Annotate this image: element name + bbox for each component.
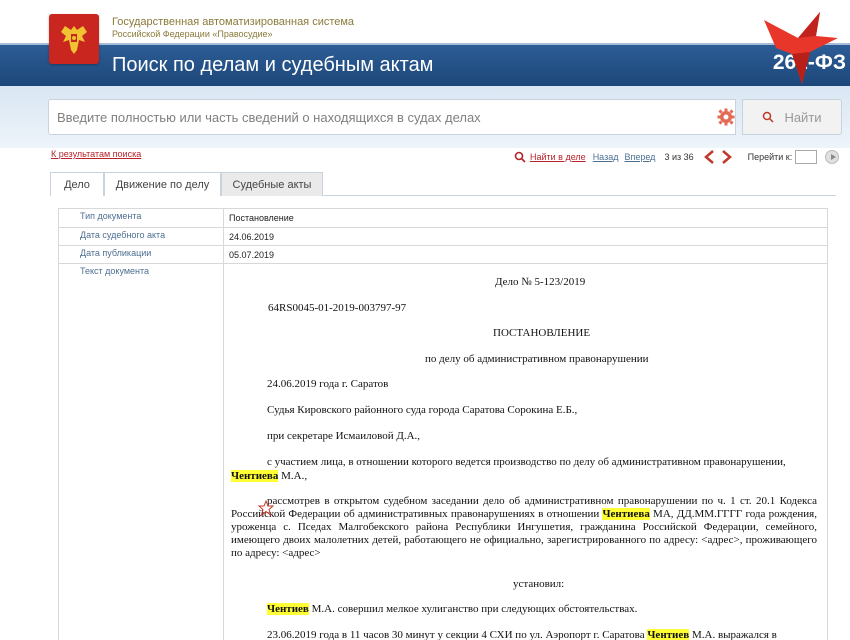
paragraph-details-a: 23.06.2019 года в 11 часов 30 минут у се…: [267, 629, 648, 640]
participant-line: с участием лица, в отношении которого ве…: [267, 456, 786, 468]
find-in-case-link[interactable]: Найти в деле: [530, 152, 586, 162]
secretary-line: при секретаре Исмаиловой Д.А.,: [267, 430, 421, 442]
page-title: Поиск по делам и судебным актам: [112, 54, 434, 76]
tab-case-movement[interactable]: Движение по делу: [104, 172, 221, 196]
established-heading: установил:: [513, 578, 565, 590]
tab-court-acts[interactable]: Судебные акты: [221, 172, 323, 196]
chevron-right-icon[interactable]: [720, 149, 734, 165]
highlighted-name: Чентиев: [647, 629, 690, 640]
system-title: Государственная автоматизированная систе…: [112, 16, 355, 28]
header-banner: Поиск по делам и судебным актам 262-ФЗ: [0, 43, 850, 86]
judge-line: Судья Кировского районного суда города С…: [267, 404, 578, 416]
doc-type-label: Тип документа: [80, 211, 142, 221]
bird-logo-icon: [764, 12, 838, 84]
act-date-value: 24.06.2019: [229, 232, 275, 242]
search-band: Найти: [0, 86, 850, 148]
pub-date-value: 05.07.2019: [229, 250, 275, 260]
paragraph-details-b: М.А. выражался в: [689, 629, 777, 640]
search-in-case-icon[interactable]: [514, 151, 526, 163]
highlighted-name: Чентиев: [267, 603, 309, 615]
star-icon: [258, 500, 274, 516]
doc-type-value: Постановление: [229, 213, 294, 223]
gear-icon[interactable]: [717, 108, 735, 126]
forward-link[interactable]: Вперед: [624, 152, 655, 162]
goto-page-input[interactable]: [795, 150, 818, 164]
table-row: Тип документа Постановление: [59, 209, 827, 228]
highlighted-name: Чентиева: [231, 470, 279, 482]
highlighted-name: Чентиева: [602, 508, 650, 520]
eagle-icon: [61, 26, 87, 54]
paragraph-offense-text: М.А. совершил мелкое хулиганство при сле…: [308, 603, 638, 615]
back-to-results-link[interactable]: К результатам поиска: [51, 149, 141, 159]
tab-case[interactable]: Дело: [50, 172, 104, 196]
tab-bar: Дело Движение по делу Судебные акты: [50, 172, 836, 196]
paragraph-offense: Чентиев М.А. совершил мелкое хулиганство…: [267, 603, 637, 615]
system-subtitle: Российской Федерации «Правосудие»: [112, 29, 273, 39]
act-date-label: Дата судебного акта: [80, 230, 166, 240]
chevron-left-icon[interactable]: [702, 149, 716, 165]
document-subtitle: по делу об административном правонарушен…: [425, 353, 649, 365]
date-place: 24.06.2019 года г. Саратов: [267, 378, 389, 390]
document-title: ПОСТАНОВЛЕНИЕ: [493, 327, 591, 339]
text-label: Текст документа: [80, 266, 150, 276]
pub-date-label: Дата публикации: [80, 248, 152, 258]
find-button[interactable]: Найти: [742, 99, 842, 135]
case-uid: 64RS0045-01-2019-003797-97: [268, 302, 407, 314]
document-table: Тип документа Постановление Дата судебно…: [58, 208, 828, 640]
search-box: [48, 99, 736, 135]
table-row: Дата публикации 05.07.2019: [59, 246, 827, 264]
goto-label: Перейти к:: [747, 152, 793, 162]
case-navigation: Найти в деле Назад Вперед 3 из 36 Перейт…: [514, 148, 840, 166]
table-row: Дата судебного акта 24.06.2019: [59, 228, 827, 246]
paragraph-considered: рассмотрев в открытом судебном заседании…: [231, 495, 817, 560]
back-link[interactable]: Назад: [593, 152, 619, 162]
find-button-label: Найти: [784, 109, 822, 125]
position-counter: 3 из 36: [664, 152, 694, 162]
search-input[interactable]: [49, 100, 709, 134]
go-button[interactable]: [825, 150, 840, 164]
participant-initials: М.А.,: [278, 470, 308, 482]
table-row: Текст документа: [59, 264, 827, 640]
case-number: Дело № 5-123/2019: [495, 276, 586, 288]
paragraph-details: 23.06.2019 года в 11 часов 30 минут у се…: [267, 629, 777, 640]
coat-of-arms-logo[interactable]: [49, 14, 99, 64]
navigation-row: К результатам поиска Найти в деле Назад …: [0, 148, 850, 170]
search-icon: [763, 111, 774, 123]
participant-name-line: Чентиева М.А.,: [231, 470, 307, 482]
